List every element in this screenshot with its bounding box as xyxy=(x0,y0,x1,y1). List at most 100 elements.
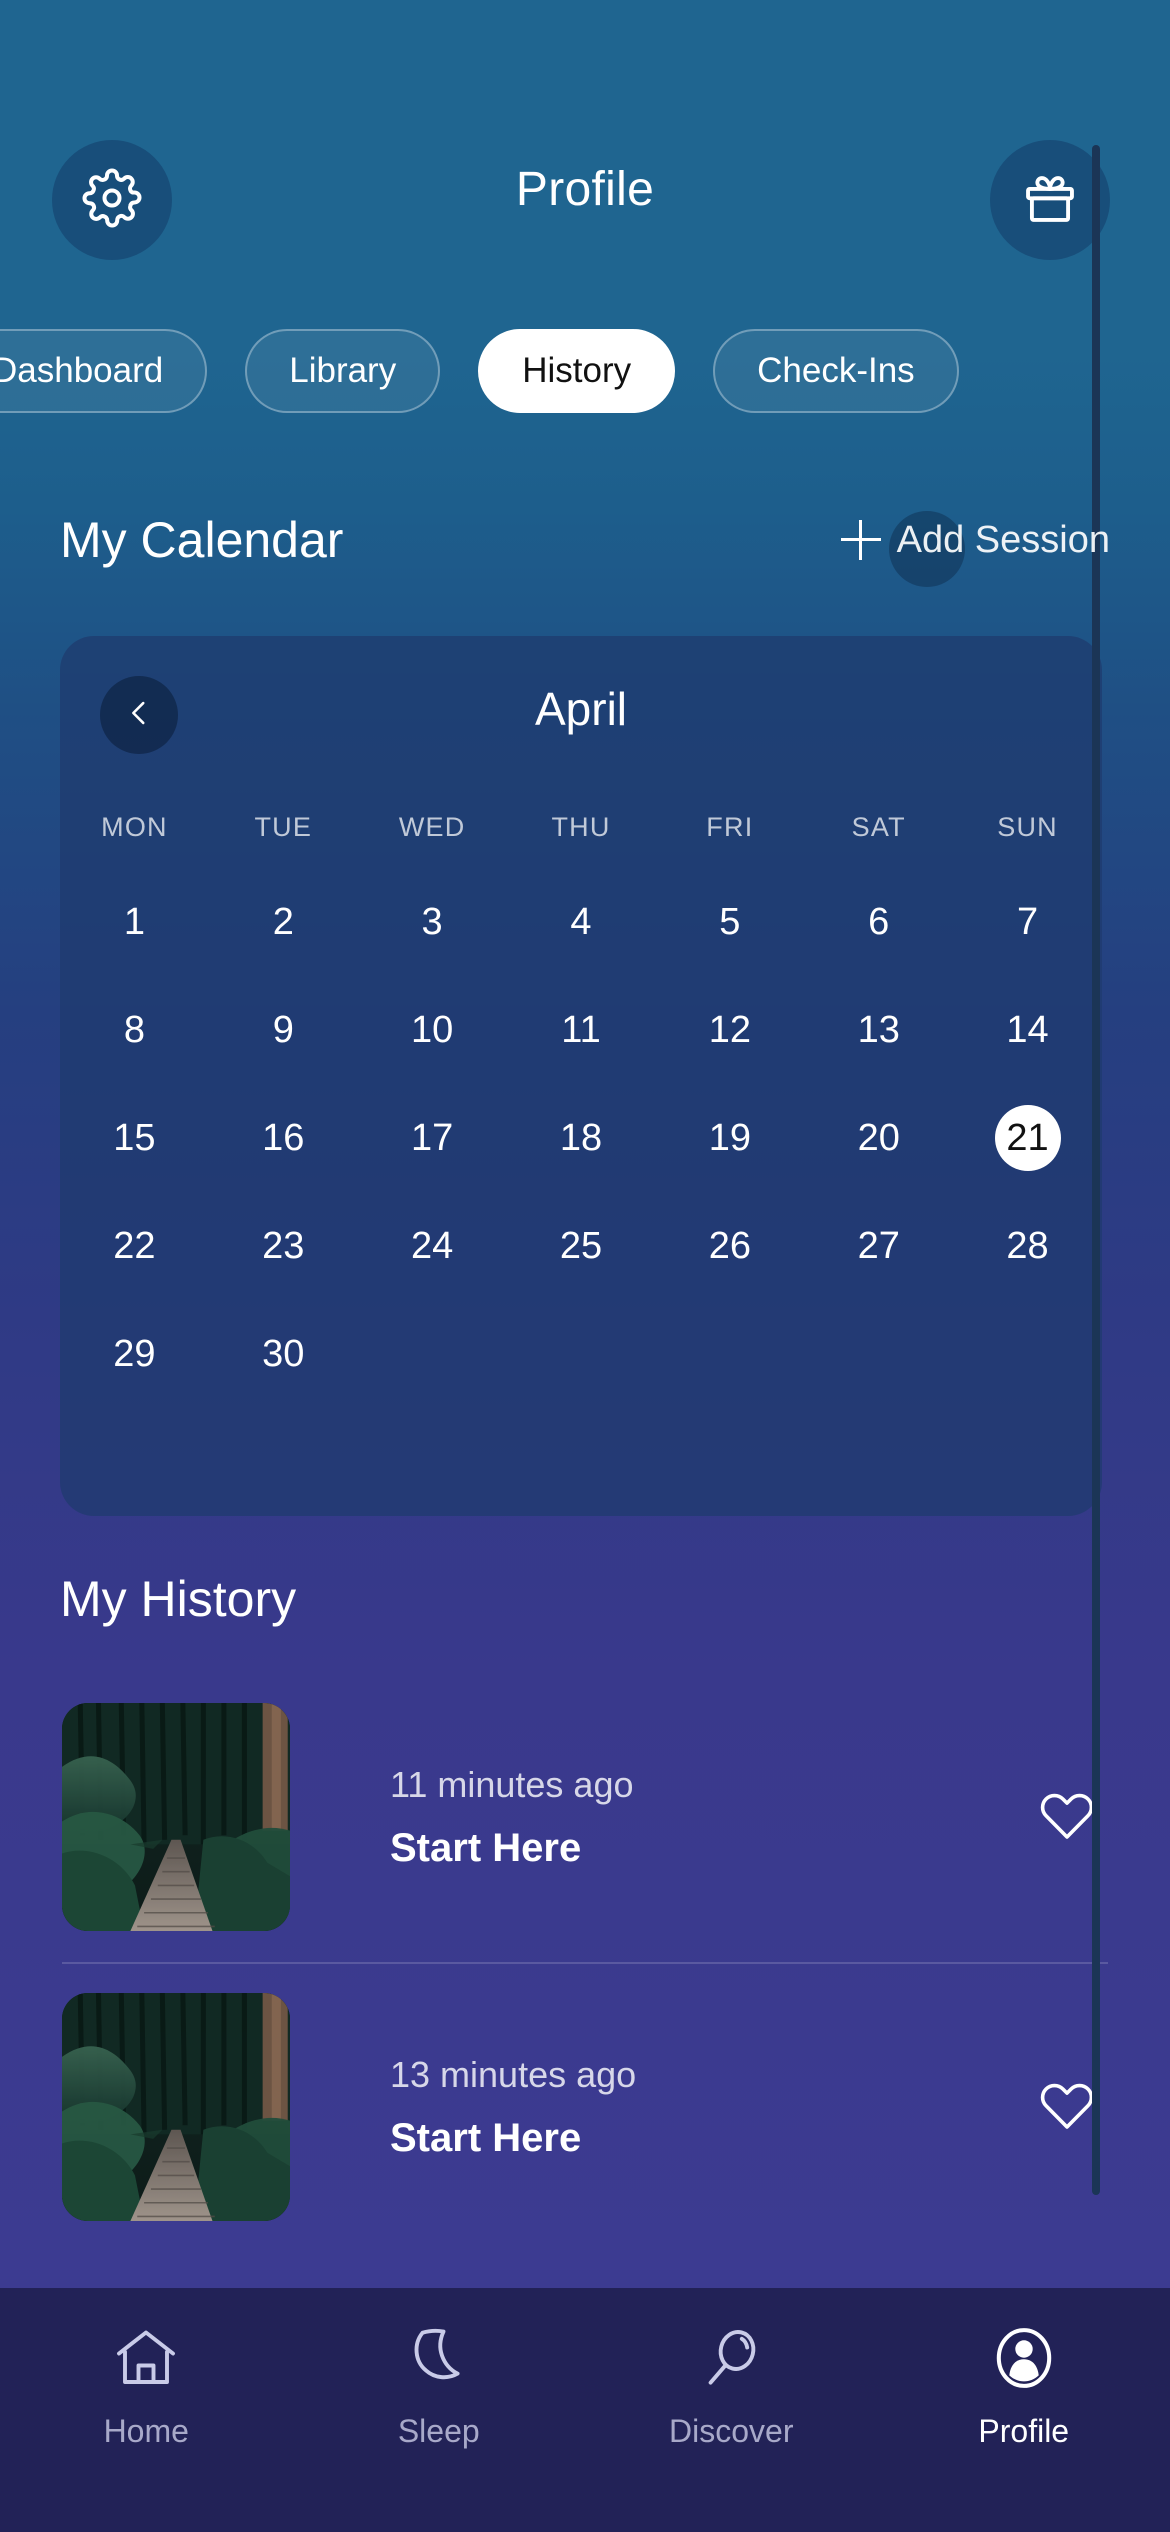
history-list-item[interactable]: 13 minutes ago Start Here xyxy=(0,1962,1170,2252)
calendar-day-label: 21 xyxy=(994,1105,1061,1171)
weekday-label: SAT xyxy=(851,812,906,842)
nav-item-discover[interactable]: Discover xyxy=(585,2322,878,2450)
calendar-day-label: 13 xyxy=(857,1008,900,1051)
history-list: 11 minutes ago Start Here 13 minutes ago… xyxy=(0,1672,1170,2252)
nav-item-profile[interactable]: Profile xyxy=(878,2322,1170,2450)
calendar-day[interactable]: 15 xyxy=(60,1084,209,1192)
calendar-day-label: 11 xyxy=(561,1008,601,1051)
weekday-label: WED xyxy=(398,812,466,842)
calendar-day-label: 12 xyxy=(708,1008,751,1051)
calendar-day[interactable]: 8 xyxy=(60,976,209,1084)
calendar-day[interactable]: 29 xyxy=(60,1300,209,1408)
calendar-day-label: 16 xyxy=(262,1116,305,1159)
calendar-day-label: 2 xyxy=(272,900,294,943)
calendar-day[interactable]: 24 xyxy=(358,1192,507,1300)
calendar-day[interactable]: 23 xyxy=(209,1192,358,1300)
calendar-day-label: 9 xyxy=(272,1008,294,1051)
weekday-label: TUE xyxy=(254,812,313,842)
calendar-day[interactable]: 3 xyxy=(358,868,507,976)
session-thumbnail[interactable] xyxy=(62,1703,290,1931)
calendar-day[interactable]: 17 xyxy=(358,1084,507,1192)
nav-label: Discover xyxy=(669,2413,794,2449)
person-icon xyxy=(988,2322,1060,2399)
calendar-day-label: 4 xyxy=(570,900,592,943)
add-session-button[interactable]: Add Session xyxy=(840,510,1110,587)
calendar-day-label: 14 xyxy=(1006,1008,1049,1051)
calendar-section-header: My Calendar Add Session xyxy=(60,505,1110,587)
tab-check-ins[interactable]: Check-Ins xyxy=(713,329,959,413)
vertical-scrollbar[interactable] xyxy=(1092,145,1100,2195)
home-icon xyxy=(110,2322,182,2399)
calendar-days-grid: 1 2 3 4 5 6 7 8 9 10 11 12 13 14 15 16 17 18 19 20 21 22 23 24 2… xyxy=(60,868,1102,1408)
calendar-day[interactable]: 28 xyxy=(953,1192,1102,1300)
nav-item-home[interactable]: Home xyxy=(0,2322,293,2450)
session-info: 11 minutes ago Start Here xyxy=(390,1764,1032,1871)
calendar-day[interactable]: 14 xyxy=(953,976,1102,1084)
plus-icon xyxy=(840,520,881,560)
gift-icon xyxy=(1019,167,1081,234)
app-header: Profile xyxy=(0,140,1170,300)
tab-dashboard[interactable]: Dashboard xyxy=(0,329,208,413)
calendar-day[interactable]: 19 xyxy=(655,1084,804,1192)
calendar-weekday-row: MON TUE WED THU FRI SAT SUN xyxy=(60,812,1102,843)
calendar-day[interactable]: 4 xyxy=(507,868,656,976)
calendar-day[interactable]: 11 xyxy=(507,976,656,1084)
calendar-day-label: 5 xyxy=(719,900,741,943)
calendar-day-label: 22 xyxy=(113,1224,156,1267)
calendar-day-label: 1 xyxy=(123,900,145,943)
session-timestamp: 11 minutes ago xyxy=(390,1763,634,1805)
search-icon xyxy=(695,2322,767,2399)
calendar-day[interactable]: 18 xyxy=(507,1084,656,1192)
calendar-day-label: 18 xyxy=(559,1116,603,1159)
calendar-day[interactable]: 20 xyxy=(804,1084,953,1192)
tab-history[interactable]: History xyxy=(478,329,676,413)
weekday-label: THU xyxy=(551,812,611,842)
calendar-day[interactable]: 7 xyxy=(953,868,1102,976)
calendar-day[interactable]: 26 xyxy=(655,1192,804,1300)
calendar-day[interactable]: 22 xyxy=(60,1192,209,1300)
calendar-day[interactable]: 30 xyxy=(209,1300,358,1408)
calendar-header: April xyxy=(60,676,1102,766)
calendar-day-selected[interactable]: 21 xyxy=(953,1084,1102,1192)
calendar-day[interactable]: 25 xyxy=(507,1192,656,1300)
heart-outline-icon xyxy=(1036,1784,1098,1851)
history-list-item[interactable]: 11 minutes ago Start Here xyxy=(0,1672,1170,1962)
weekday-label: FRI xyxy=(706,812,754,842)
moon-icon xyxy=(403,2322,475,2399)
calendar-day-label: 7 xyxy=(1016,900,1039,943)
heart-outline-icon xyxy=(1036,2074,1098,2141)
calendar-day[interactable]: 12 xyxy=(655,976,804,1084)
calendar-day-label: 24 xyxy=(410,1224,454,1267)
nav-label: Profile xyxy=(978,2413,1070,2449)
calendar-day-label: 30 xyxy=(262,1332,305,1375)
calendar-day[interactable]: 1 xyxy=(60,868,209,976)
calendar-day[interactable]: 10 xyxy=(358,976,507,1084)
session-name: Start Here xyxy=(390,1825,582,1870)
calendar-month-label: April xyxy=(534,683,628,735)
history-title: My History xyxy=(60,1571,297,1627)
calendar-day[interactable]: 16 xyxy=(209,1084,358,1192)
calendar-day-label: 20 xyxy=(857,1116,900,1159)
calendar-day[interactable]: 6 xyxy=(804,868,953,976)
calendar-day[interactable]: 9 xyxy=(209,976,358,1084)
calendar-day-label: 23 xyxy=(262,1224,305,1267)
calendar-day[interactable]: 13 xyxy=(804,976,953,1084)
tab-library[interactable]: Library xyxy=(245,329,441,413)
calendar-day-label: 6 xyxy=(868,900,890,943)
list-divider xyxy=(62,1962,1108,1964)
calendar-day-label: 29 xyxy=(113,1332,156,1375)
session-thumbnail[interactable] xyxy=(62,1993,290,2221)
calendar-day[interactable]: 5 xyxy=(655,868,804,976)
nav-item-sleep[interactable]: Sleep xyxy=(293,2322,586,2450)
calendar-card: April MON TUE WED THU FRI SAT SUN 123456… xyxy=(60,636,1102,1516)
calendar-day-label: 3 xyxy=(421,900,443,943)
calendar-day-label: 28 xyxy=(1006,1224,1049,1267)
nav-label: Home xyxy=(103,2413,189,2449)
profile-tabs: Dashboard Library History Check-Ins xyxy=(0,327,1170,415)
calendar-day-label: 17 xyxy=(410,1116,454,1159)
calendar-day[interactable]: 2 xyxy=(209,868,358,976)
weekday-label: MON xyxy=(101,812,168,842)
app-screen: Profile Dashboard Library History Check-… xyxy=(0,0,1170,2532)
calendar-day[interactable]: 27 xyxy=(804,1192,953,1300)
bottom-navigation: Home Sleep Discover Profile xyxy=(0,2288,1170,2532)
